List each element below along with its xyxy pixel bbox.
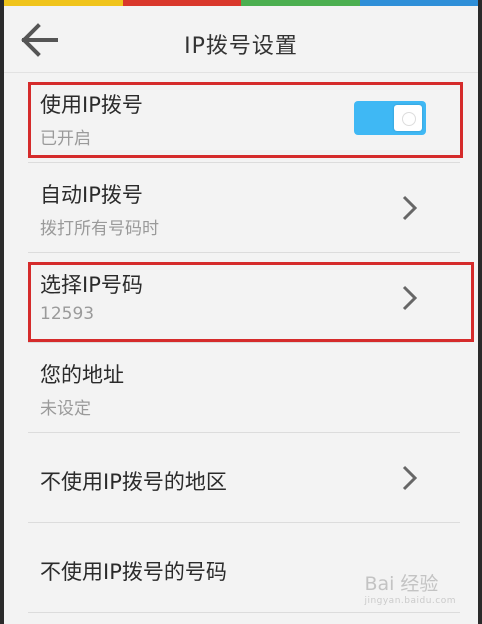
setting-value: 12593: [40, 304, 95, 324]
setting-value: 未设定: [40, 399, 91, 419]
chevron-right-icon: [402, 465, 418, 491]
divider: [28, 612, 460, 613]
use-ip-dial-toggle[interactable]: [354, 101, 426, 135]
setting-your-address[interactable]: 您的地址 未设定: [4, 343, 478, 433]
settings-screen: IP拨号设置 使用IP拨号 已开启 自动IP拨号 拨打所有号码时 选择IP号码 …: [4, 0, 478, 624]
chevron-right-icon: [402, 195, 418, 221]
watermark: Bai 经验 jingyan.baidu.com: [364, 569, 456, 606]
toggle-knob: [394, 105, 422, 131]
page-title: IP拨号设置: [184, 34, 298, 59]
settings-list: 使用IP拨号 已开启 自动IP拨号 拨打所有号码时 选择IP号码 12593 您…: [4, 73, 478, 613]
chevron-right-icon: [402, 285, 418, 311]
setting-label: 不使用IP拨号的号码: [40, 560, 227, 584]
setting-value: 已开启: [40, 129, 91, 149]
setting-label: 不使用IP拨号的地区: [40, 470, 227, 494]
setting-auto-ip-dial[interactable]: 自动IP拨号 拨打所有号码时: [4, 163, 478, 253]
setting-label: 选择IP号码: [40, 273, 143, 297]
header-bar: IP拨号设置: [4, 6, 478, 73]
setting-label: 自动IP拨号: [40, 183, 143, 207]
setting-label: 使用IP拨号: [40, 93, 143, 117]
watermark-text: Bai 经验: [364, 573, 439, 595]
setting-label: 您的地址: [40, 363, 124, 387]
watermark-url: jingyan.baidu.com: [364, 596, 456, 606]
setting-select-ip-number[interactable]: 选择IP号码 12593: [4, 253, 478, 343]
setting-value: 拨打所有号码时: [40, 219, 159, 239]
setting-use-ip-dial[interactable]: 使用IP拨号 已开启: [4, 73, 478, 163]
setting-excluded-regions[interactable]: 不使用IP拨号的地区: [4, 433, 478, 523]
